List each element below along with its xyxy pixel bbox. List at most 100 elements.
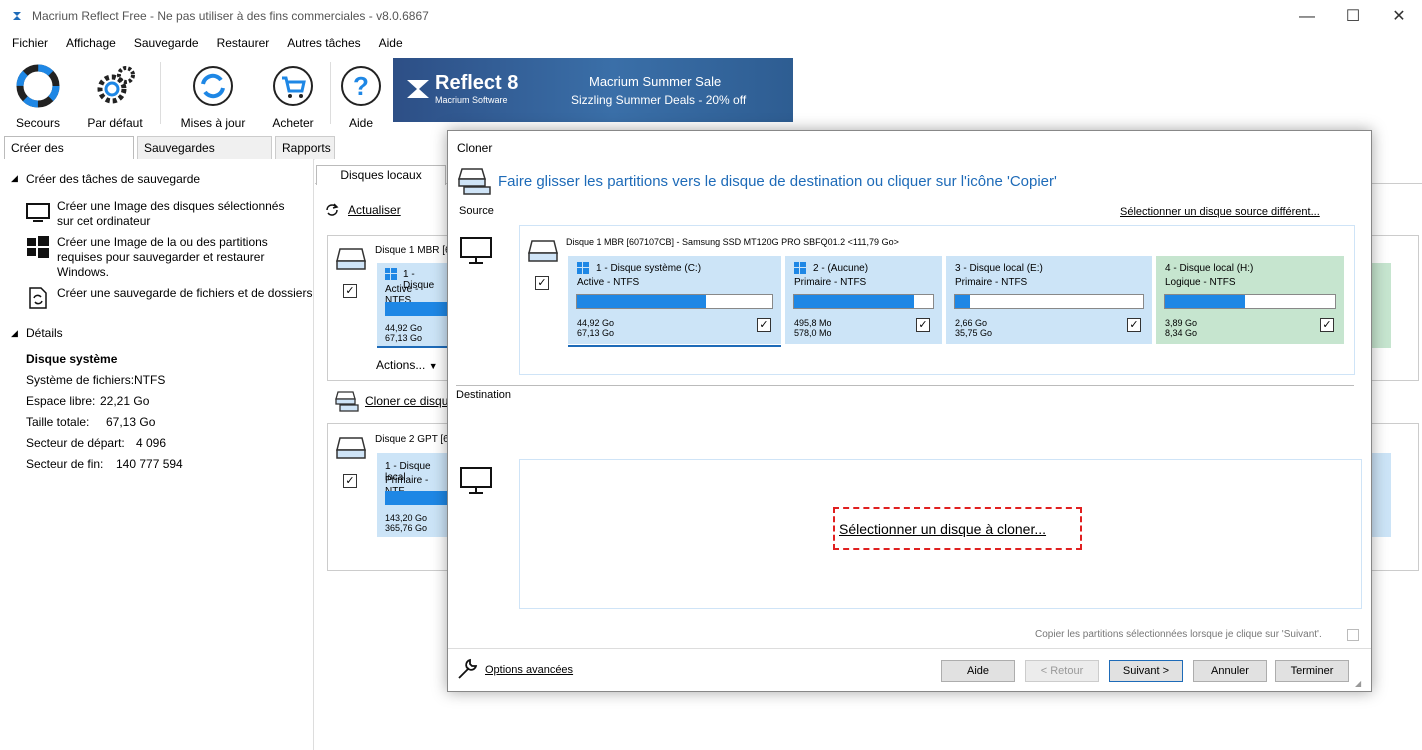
disk2-title: Disque 2 GPT [6 (375, 434, 449, 445)
menu-fichier[interactable]: Fichier (12, 36, 48, 50)
details-start-label: Secteur de départ: (26, 436, 125, 450)
partition-used: 3,89 Go (1165, 318, 1198, 328)
disk2-checkbox[interactable]: ✓ (343, 474, 357, 488)
dropdown-arrow-icon: ▼ (428, 361, 438, 371)
hard-drive-icon (336, 437, 366, 459)
partition-name: 4 - Disque local (H:) (1165, 263, 1254, 274)
details-fs-label: Système de fichiers: (26, 373, 135, 387)
partition-usage-bar (954, 294, 1144, 309)
banner-brand: Reflect 8 (435, 72, 519, 94)
task-image-windows[interactable]: Créer une Image de la ou des partitions … (57, 235, 297, 280)
details-free-value: 22,21 Go (100, 394, 150, 408)
source-partition-2[interactable]: 2 - (Aucune) Primaire - NTFS ✓ 495,8 Mo … (785, 256, 942, 344)
close-button[interactable]: ✕ (1376, 0, 1422, 33)
source-partition-3[interactable]: 3 - Disque local (E:) Primaire - NTFS ✓ … (946, 256, 1152, 344)
task-file-backup[interactable]: Créer une sauvegarde de fichiers et de d… (57, 286, 312, 300)
windows-icon (27, 236, 49, 258)
tab-creer-sauvegardes[interactable]: Créer des sauvegardes (4, 136, 134, 177)
aide-label: Aide (348, 116, 374, 130)
copy-option-checkbox[interactable] (1347, 629, 1359, 641)
clone-icon (458, 168, 491, 195)
tab-disques-locaux[interactable]: Disques locaux (316, 165, 446, 185)
cart-icon (273, 66, 313, 106)
partition-checkbox[interactable]: ✓ (757, 318, 771, 332)
usage-fill (1165, 295, 1245, 308)
source-partition-4[interactable]: 4 - Disque local (H:) Logique - NTFS ✓ 3… (1156, 256, 1344, 344)
partition-usage-bar (576, 294, 773, 309)
actions-dropdown[interactable]: Actions... ▼ (376, 358, 438, 372)
partition-total: 8,34 Go (1165, 328, 1198, 338)
clone-icon (335, 391, 359, 412)
select-destination-link[interactable]: Sélectionner un disque à cloner... (839, 521, 1046, 537)
hard-drive-icon (336, 248, 366, 270)
source-partition-1[interactable]: 1 - Disque système (C:) Active - NTFS ✓ … (568, 256, 781, 347)
details-total-label: Taille totale: (26, 415, 90, 429)
mises-a-jour-button[interactable]: Mises à jour (177, 60, 249, 132)
partition-checkbox[interactable]: ✓ (916, 318, 930, 332)
reflect-logo-icon (407, 80, 429, 98)
partition-used: 2,66 Go (955, 318, 988, 328)
menu-affichage[interactable]: Affichage (66, 36, 116, 50)
menu-sauvegarde[interactable]: Sauvegarde (134, 36, 199, 50)
partition-type: Logique - NTFS (1165, 277, 1236, 288)
par-defaut-button[interactable]: Par défaut (79, 60, 151, 132)
partition-checkbox[interactable]: ✓ (1127, 318, 1141, 332)
back-button[interactable]: < Retour (1025, 660, 1099, 682)
cancel-button[interactable]: Annuler (1193, 660, 1267, 682)
partition-usage-bar (1164, 294, 1336, 309)
task-image-disks[interactable]: Créer une Image des disques sélectionnés… (57, 199, 302, 229)
partition-total: 35,75 Go (955, 328, 993, 338)
partition-name: 1 - Disque système (C:) (596, 263, 702, 274)
hard-drive-icon (528, 240, 558, 262)
dialog-title: Cloner (457, 141, 493, 155)
partition-fragment (1371, 453, 1391, 537)
help-button[interactable]: Aide (941, 660, 1015, 682)
collapse-icon[interactable]: ◢ (11, 328, 18, 339)
partition-usage-bar (385, 491, 447, 505)
promo-banner[interactable]: Reflect 8 Macrium Software Macrium Summe… (393, 58, 793, 122)
menu-restaurer[interactable]: Restaurer (217, 36, 270, 50)
minimize-button[interactable]: — (1284, 0, 1330, 33)
disk1-checkbox[interactable]: ✓ (343, 284, 357, 298)
secours-button[interactable]: Secours (2, 60, 74, 132)
details-total-value: 67,13 Go (106, 415, 156, 429)
finish-button[interactable]: Terminer (1275, 660, 1349, 682)
maximize-button[interactable]: ☐ (1330, 0, 1376, 33)
tab-rapports[interactable]: Rapports (275, 136, 335, 160)
disk2-partition[interactable]: 1 - Disque local Primaire - NTF 143,20 G… (377, 453, 447, 537)
source-disk-checkbox[interactable]: ✓ (535, 276, 549, 290)
dialog-instruction: Faire glisser les partitions vers le dis… (498, 173, 1057, 190)
partition-type: Primaire - NTFS (794, 277, 867, 288)
refresh-icon (326, 203, 339, 216)
resize-grip-icon[interactable]: ◢ (1355, 679, 1361, 688)
title-bar: Macrium Reflect Free - Ne pas utiliser à… (0, 0, 1422, 33)
collapse-icon[interactable]: ◢ (11, 173, 18, 184)
monitor-icon (26, 203, 50, 222)
update-icon (193, 66, 233, 106)
select-source-link[interactable]: Sélectionner un disque source différent.… (1120, 206, 1320, 218)
clone-disk-link[interactable]: Cloner ce disque (365, 394, 455, 408)
partition-type: Primaire - NTFS (955, 277, 1028, 288)
menu-autres-taches[interactable]: Autres tâches (287, 36, 360, 50)
lifebuoy-icon (16, 64, 60, 108)
tasks-panel: ◢ Créer des tâches de sauvegarde Créer u… (0, 159, 314, 750)
actions-label: Actions... (376, 358, 426, 372)
usage-fill (794, 295, 914, 308)
menu-aide[interactable]: Aide (379, 36, 403, 50)
aide-button[interactable]: ? Aide (325, 60, 397, 132)
partition-name: 3 - Disque local (E:) (955, 263, 1043, 274)
acheter-button[interactable]: Acheter (257, 60, 329, 132)
banner-line2: Sizzling Summer Deals - 20% off (571, 93, 747, 107)
disk1-partition[interactable]: 1 - Disque Active - NTFS 44,92 Go 67,13 … (377, 263, 447, 348)
secours-label: Secours (15, 116, 61, 130)
clone-dialog: Cloner Faire glisser les partitions vers… (447, 130, 1372, 692)
source-label: Source (459, 205, 494, 217)
partition-used: 44,92 Go (385, 323, 423, 333)
advanced-options-link[interactable]: Options avancées (485, 664, 573, 676)
par-defaut-label: Par défaut (87, 116, 143, 130)
refresh-link[interactable]: Actualiser (348, 203, 401, 217)
partition-total: 578,0 Mo (794, 328, 832, 338)
tab-sauvegardes-existantes[interactable]: Sauvegardes existantes (137, 136, 272, 177)
next-button[interactable]: Suivant > (1109, 660, 1183, 682)
partition-checkbox[interactable]: ✓ (1320, 318, 1334, 332)
